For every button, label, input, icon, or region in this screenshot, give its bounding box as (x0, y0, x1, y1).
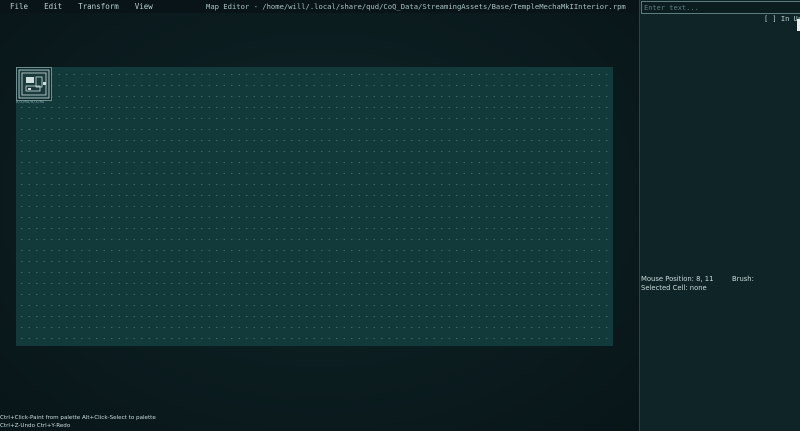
menu-transform[interactable]: Transform (78, 2, 119, 11)
right-panel: [ ] In Use Mouse Position: 8, 11 Brush: … (639, 0, 800, 431)
map-grid[interactable] (16, 67, 613, 346)
hint-paint-select: Ctrl+Click-Paint from palette Alt+Click-… (0, 415, 156, 421)
in-use-checkbox[interactable]: [ ] In Use (764, 15, 800, 23)
map-thumbnail-label: B/A/MA/B/A/MA (16, 100, 45, 104)
selected-cell-readout: Selected Cell: none (641, 284, 707, 292)
map-thumbnail-image (18, 69, 50, 99)
window-title: Map Editor - /home/will/.local/share/qud… (206, 2, 626, 11)
menu-file[interactable]: File (10, 2, 28, 11)
brush-label: Brush: (732, 275, 754, 283)
mouse-position-readout: Mouse Position: 8, 11 (641, 275, 714, 283)
menu-edit[interactable]: Edit (44, 2, 62, 11)
map-thumbnail[interactable] (16, 67, 52, 101)
hint-undo-redo: Ctrl+Z-Undo Ctrl+Y-Redo (0, 423, 71, 429)
search-input[interactable] (641, 1, 800, 14)
menu-view[interactable]: View (135, 2, 153, 11)
